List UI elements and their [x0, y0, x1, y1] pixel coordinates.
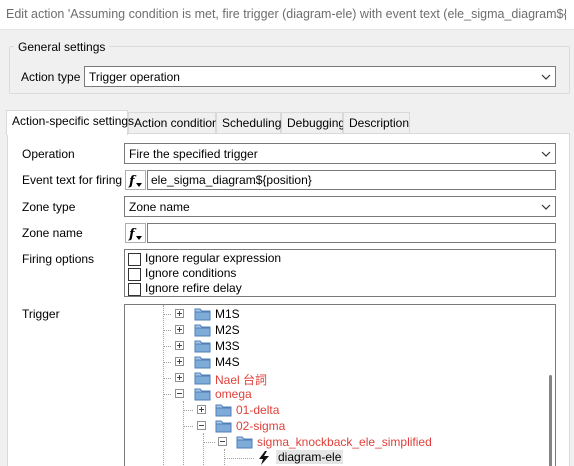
ignore-refire-delay-label: Ignore refire delay [145, 281, 242, 295]
tree-line [163, 346, 171, 347]
scrollbar-thumb[interactable] [549, 375, 552, 466]
tree-line [163, 378, 171, 379]
chevron-down-icon [541, 151, 551, 157]
operation-dropdown[interactable]: Fire the specified trigger [124, 143, 556, 164]
tree-line [224, 458, 254, 459]
chevron-down-icon [541, 74, 551, 80]
tree-node-label: 02-sigma [236, 419, 286, 433]
tree-node[interactable]: diagram-ele [125, 450, 545, 466]
chevron-down-icon [541, 204, 551, 210]
tab-description[interactable]: Description [343, 112, 410, 134]
firing-options-list: Ignore regular expression Ignore conditi… [124, 249, 556, 297]
tree-node[interactable]: M4S [125, 354, 545, 370]
tree-line [163, 330, 171, 331]
zone-type-label: Zone type [22, 200, 76, 214]
tree-node[interactable]: Nael 台詞 [125, 370, 545, 387]
function-icon: f [128, 174, 142, 189]
tab-scheduling[interactable]: Scheduling [216, 112, 281, 134]
action-type-value: Trigger operation [89, 70, 180, 84]
ignore-conditions-label: Ignore conditions [145, 266, 237, 280]
folder-icon [194, 356, 211, 369]
tab-label: Debugging [287, 116, 346, 130]
tree-node-label: omega [215, 387, 252, 401]
tree-node-label: diagram-ele [276, 450, 344, 464]
tab-action-specific-settings[interactable]: Action-specific settings [6, 110, 134, 135]
folder-open-icon [236, 436, 253, 449]
tree-node[interactable]: 01-delta [125, 402, 545, 418]
tree-line [203, 442, 215, 443]
tab-action-condition[interactable]: Action condition [128, 112, 219, 134]
svg-text:f: f [128, 227, 137, 242]
tree-line [163, 314, 171, 315]
event-text-input[interactable]: ele_sigma_diagram${position} [147, 170, 556, 190]
tree-line [163, 394, 171, 395]
folder-icon [194, 372, 211, 385]
tree-node[interactable]: omega [125, 386, 545, 402]
event-text-value: ele_sigma_diagram${position} [151, 173, 312, 187]
tab-label: Scheduling [222, 116, 282, 130]
folder-icon [194, 324, 211, 337]
collapse-icon[interactable] [197, 421, 206, 430]
tree-node[interactable]: M3S [125, 338, 545, 354]
tree-node[interactable]: M2S [125, 322, 545, 338]
tree-node-label: M3S [215, 339, 240, 353]
collapse-icon[interactable] [175, 389, 184, 398]
firing-options-label: Firing options [22, 252, 95, 266]
tree-node-label: M2S [215, 323, 240, 337]
tab-strip: Action-specific settings Action conditio… [6, 110, 570, 135]
zone-type-value: Zone name [129, 200, 190, 214]
tree-node-label: 01-delta [236, 403, 280, 417]
action-type-label: Action type [21, 70, 81, 84]
folder-open-icon [194, 388, 211, 401]
window-title: Edit action 'Assuming condition is met, … [6, 7, 566, 21]
expand-icon[interactable] [175, 325, 184, 334]
function-icon: f [128, 227, 142, 242]
tree-line [183, 426, 193, 427]
event-text-label: Event text for firing [22, 173, 123, 187]
expand-icon[interactable] [197, 405, 206, 414]
tree-node-label: M1S [215, 307, 240, 321]
trigger-label: Trigger [22, 307, 60, 321]
operation-label: Operation [22, 147, 75, 161]
tab-label: Action-specific settings [12, 114, 135, 128]
tree-node-label: M4S [215, 355, 240, 369]
lightning-icon [259, 451, 269, 465]
zone-name-label: Zone name [22, 226, 83, 240]
ignore-regex-checkbox[interactable] [128, 253, 141, 266]
folder-open-icon [215, 420, 232, 433]
tree-line [183, 410, 193, 411]
tree-node[interactable]: M1S [125, 306, 545, 322]
zone-name-input[interactable] [147, 223, 556, 243]
folder-icon [194, 340, 211, 353]
tree-line [163, 362, 171, 363]
tab-debugging[interactable]: Debugging [281, 112, 346, 134]
tree-node[interactable]: 02-sigma [125, 418, 545, 434]
collapse-icon[interactable] [218, 437, 227, 446]
ignore-regex-label: Ignore regular expression [145, 251, 282, 265]
expand-icon[interactable] [175, 373, 184, 382]
ignore-refire-delay-checkbox[interactable] [128, 283, 141, 296]
tree-node[interactable]: sigma_knockback_ele_simplified [125, 434, 545, 450]
general-settings-label: General settings [14, 40, 110, 54]
expand-icon[interactable] [175, 309, 184, 318]
operation-value: Fire the specified trigger [129, 147, 258, 161]
svg-text:f: f [128, 174, 137, 189]
action-type-dropdown[interactable]: Trigger operation [84, 66, 556, 87]
expand-icon[interactable] [175, 341, 184, 350]
trigger-tree[interactable]: M1S M2S M3S M4S Nael 台詞 omega 01-delta 0… [124, 304, 556, 466]
expression-button[interactable]: f [125, 223, 146, 243]
tab-label: Description [349, 116, 410, 130]
tree-scrollbar[interactable] [545, 305, 555, 466]
ignore-conditions-checkbox[interactable] [128, 268, 141, 281]
folder-icon [194, 308, 211, 321]
tree-node-label: sigma_knockback_ele_simplified [257, 435, 432, 449]
folder-icon [215, 404, 232, 417]
zone-type-dropdown[interactable]: Zone name [124, 196, 556, 217]
title-bar: Edit action 'Assuming condition is met, … [0, 0, 574, 30]
expand-icon[interactable] [175, 357, 184, 366]
tab-label: Action condition [134, 116, 219, 130]
expression-button[interactable]: f [125, 170, 146, 190]
